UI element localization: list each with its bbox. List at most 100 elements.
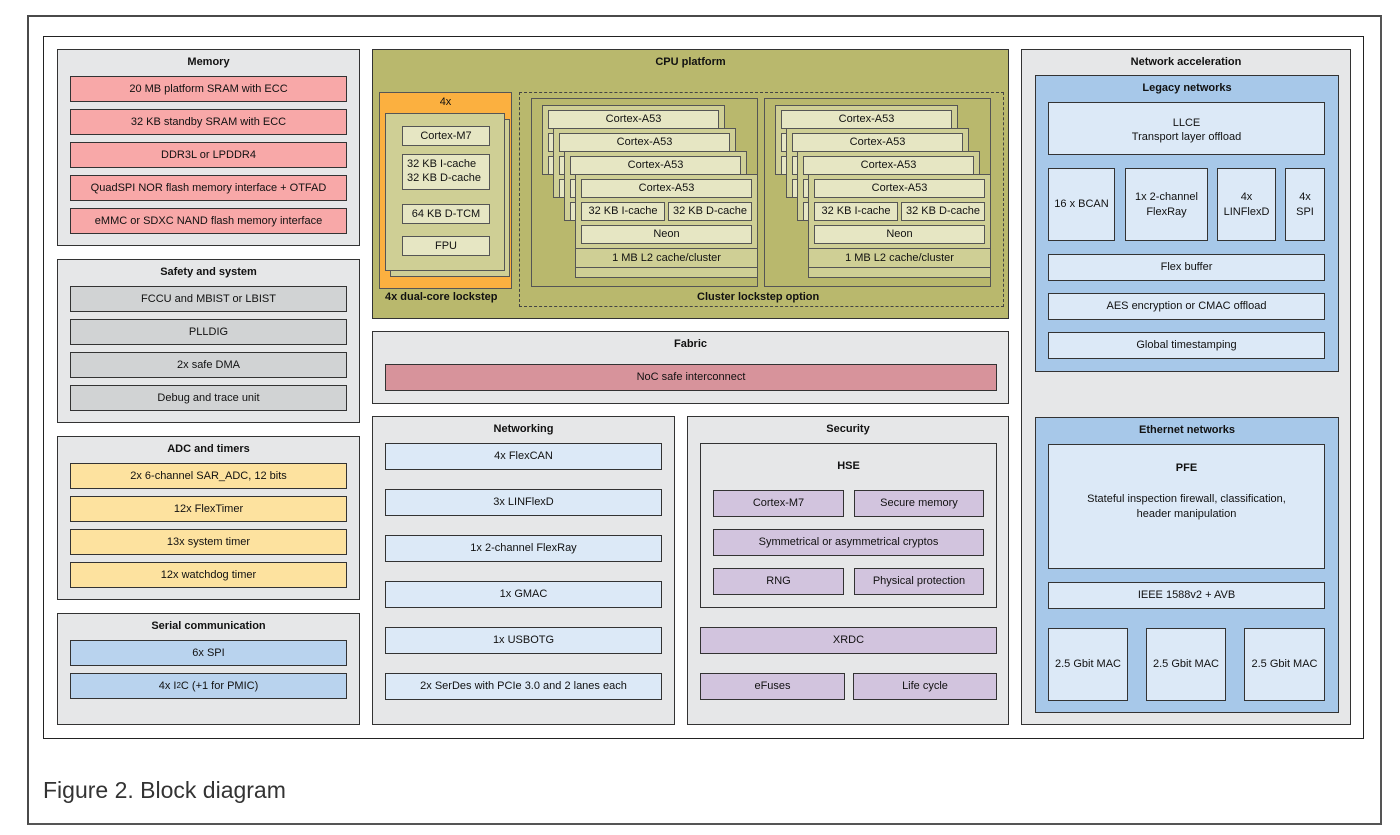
pfe-title: PFE: [1175, 462, 1198, 474]
spi-line1: 4x: [1299, 191, 1311, 204]
m7-dcache: 32 KB D-cache: [407, 171, 481, 184]
hse-physical-protection: Physical protection: [854, 568, 984, 595]
safety-item: PLLDIG: [70, 319, 347, 345]
xrdc: XRDC: [700, 627, 997, 654]
legacy-networks: Legacy networks LLCE Transport layer off…: [1035, 75, 1339, 372]
safety-item: Debug and trace unit: [70, 385, 347, 411]
ieee-1588: IEEE 1588v2 + AVB: [1048, 582, 1325, 609]
adc-timers-title: ADC and timers: [167, 443, 250, 455]
m7-dtcm: 64 KB D-TCM: [402, 204, 490, 224]
hse-cortex-m7: Cortex-M7: [713, 490, 844, 517]
a53-core-label: Cortex-A53: [581, 179, 752, 198]
i2c-prefix: 4x I: [158, 679, 177, 692]
networking-group: Networking 4x FlexCAN 3x LINFlexD 1x 2-c…: [372, 416, 675, 725]
memory-item: DDR3L or LPDDR4: [70, 142, 347, 168]
gbit-mac: 2.5 Gbit MAC: [1244, 628, 1325, 701]
serial-communication-group: Serial communication 6x SPI 4x I2C (+1 f…: [57, 613, 360, 725]
networking-item: 1x 2-channel FlexRay: [385, 535, 662, 562]
a53-neon: Neon: [581, 225, 752, 244]
a53-dcache: 32 KB D-cache: [901, 202, 985, 221]
lockstep-count: 4x: [439, 96, 452, 108]
m7-cache-block: 32 KB I-cache 32 KB D-cache: [402, 154, 490, 190]
safety-item: 2x safe DMA: [70, 352, 347, 378]
global-timestamping: Global timestamping: [1048, 332, 1325, 359]
a53-core: Cortex-A53 32 KB I-cache 32 KB D-cache Neon…: [575, 174, 758, 278]
memory-item: QuadSPI NOR flash memory interface + OTF…: [70, 175, 347, 201]
a53-core-label: Cortex-A53: [814, 179, 985, 198]
network-acceleration-title: Network acceleration: [1130, 56, 1242, 68]
memory-item: eMMC or SDXC NAND flash memory interface: [70, 208, 347, 234]
a53-dcache: 32 KB D-cache: [668, 202, 752, 221]
adc-item: 2x 6-channel SAR_ADC, 12 bits: [70, 463, 347, 489]
linflexd-line2: LINFlexD: [1223, 205, 1270, 218]
gbit-mac: 2.5 Gbit MAC: [1048, 628, 1128, 701]
a53-l2-cache: 1 MB L2 cache/cluster: [575, 248, 758, 268]
a53-core: Cortex-A53 32 KB I-cache 32 KB D-cache Neon…: [808, 174, 991, 278]
serial-item-spi: 6x SPI: [70, 640, 347, 666]
pfe-block: PFE Stateful inspection firewall, classi…: [1048, 444, 1325, 569]
linflexd-block: 4x LINFlexD: [1217, 168, 1276, 241]
adc-timers-group: ADC and timers 2x 6-channel SAR_ADC, 12 …: [57, 436, 360, 600]
aes-offload: AES encryption or CMAC offload: [1048, 293, 1325, 320]
cpu-platform-group: CPU platform 4x Cortex-M7 32 KB I-cache …: [372, 49, 1009, 319]
pfe-desc-2: header manipulation: [1136, 507, 1237, 520]
flexray-line1: 1x 2-channel: [1135, 191, 1198, 204]
hse-title: HSE: [837, 460, 860, 472]
noc-interconnect: NoC safe interconnect: [385, 364, 997, 391]
figure-caption: Figure 2. Block diagram: [43, 777, 286, 803]
m7-core-label: Cortex-M7: [402, 126, 490, 146]
serial-item-i2c: 4x I2C (+1 for PMIC): [70, 673, 347, 699]
a53-l2-cache: 1 MB L2 cache/cluster: [808, 248, 991, 268]
adc-item: 12x watchdog timer: [70, 562, 347, 588]
security-title: Security: [826, 423, 870, 435]
llce-block: LLCE Transport layer offload: [1048, 102, 1325, 155]
m7-fpu: FPU: [402, 236, 490, 256]
fabric-group: Fabric NoC safe interconnect: [372, 331, 1009, 404]
bcan-block: 16 x BCAN: [1048, 168, 1115, 241]
m7-icache: 32 KB I-cache: [407, 158, 477, 170]
legacy-networks-title: Legacy networks: [1142, 82, 1232, 94]
adc-item: 13x system timer: [70, 529, 347, 555]
a53-neon: Neon: [814, 225, 985, 244]
networking-item: 2x SerDes with PCIe 3.0 and 2 lanes each: [385, 673, 662, 700]
memory-item: 32 KB standby SRAM with ECC: [70, 109, 347, 135]
llce-title: LLCE: [1172, 117, 1201, 129]
i2c-suffix: C (+1 for PMIC): [180, 679, 259, 692]
ethernet-networks: Ethernet networks PFE Stateful inspectio…: [1035, 417, 1339, 713]
a53-core-label: Cortex-A53: [781, 110, 952, 129]
gbit-mac: 2.5 Gbit MAC: [1146, 628, 1226, 701]
a53-core-label: Cortex-A53: [559, 133, 730, 152]
a53-icache: 32 KB I-cache: [581, 202, 665, 221]
a53-core-label: Cortex-A53: [548, 110, 719, 129]
networking-item: 1x USBOTG: [385, 627, 662, 654]
networking-item: 3x LINFlexD: [385, 489, 662, 516]
efuses: eFuses: [700, 673, 845, 700]
linflexd-line1: 4x: [1240, 191, 1253, 204]
flexray-line2: FlexRay: [1146, 205, 1187, 218]
memory-title: Memory: [187, 56, 230, 68]
ethernet-networks-title: Ethernet networks: [1139, 424, 1235, 436]
hse-secure-memory: Secure memory: [854, 490, 984, 517]
serial-title: Serial communication: [151, 620, 266, 632]
safety-item: FCCU and MBIST or LBIST: [70, 286, 347, 312]
spi-line2: SPI: [1296, 205, 1314, 218]
security-group: Security HSE Cortex-M7 Secure memory Sym…: [687, 416, 1009, 725]
m7-core: Cortex-M7 32 KB I-cache 32 KB D-cache 64…: [385, 113, 505, 271]
memory-item: 20 MB platform SRAM with ECC: [70, 76, 347, 102]
lockstep-block: 4x Cortex-M7 32 KB I-cache 32 KB D-cache…: [379, 92, 512, 289]
hse-block: HSE Cortex-M7 Secure memory Symmetrical …: [700, 443, 997, 608]
hse-cryptos: Symmetrical or asymmetrical cryptos: [713, 529, 984, 556]
a53-core-label: Cortex-A53: [803, 156, 974, 175]
memory-group: Memory 20 MB platform SRAM with ECC 32 K…: [57, 49, 360, 246]
a53-icache: 32 KB I-cache: [814, 202, 898, 221]
safety-group: Safety and system FCCU and MBIST or LBIS…: [57, 259, 360, 423]
spi-block: 4x SPI: [1285, 168, 1325, 241]
llce-subtitle: Transport layer offload: [1131, 131, 1242, 144]
networking-item: 1x GMAC: [385, 581, 662, 608]
safety-title: Safety and system: [160, 266, 257, 278]
network-acceleration-group: Network acceleration Legacy networks LLC…: [1021, 49, 1351, 725]
a53-core-label: Cortex-A53: [792, 133, 963, 152]
a53-cluster: Cortex-A53 Cortex-A53 Cortex-A53 Cortex-A53…: [531, 98, 758, 287]
networking-item: 4x FlexCAN: [385, 443, 662, 470]
cpu-platform-title: CPU platform: [655, 56, 726, 68]
